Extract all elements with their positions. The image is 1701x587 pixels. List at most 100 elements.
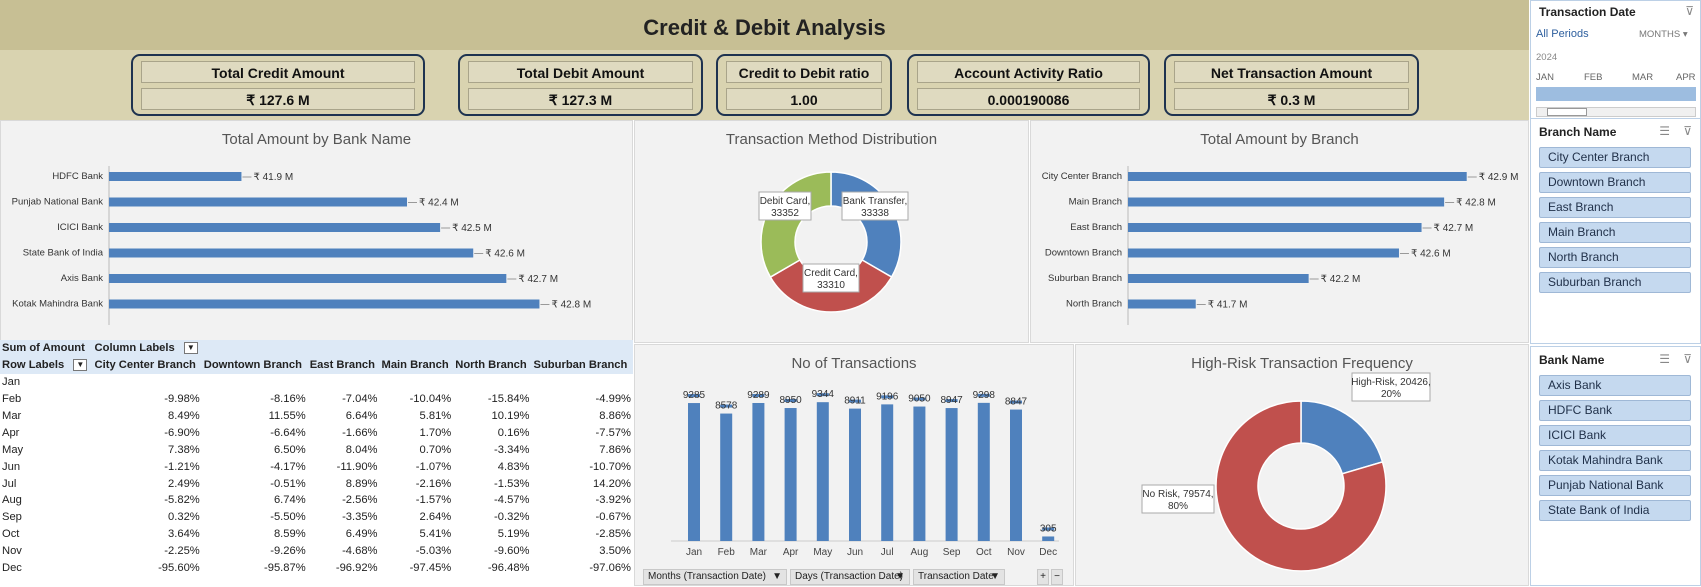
table-cell: 0.16% [497, 426, 530, 439]
dashboard-title: Credit & Debit Analysis [0, 0, 1529, 50]
filter-icon[interactable]: ▼ [772, 570, 782, 584]
pivot-table[interactable]: Sum of Amount Column Labels ▼ Row Labels… [0, 340, 633, 586]
table-cell: -3.35% [342, 511, 378, 524]
high-risk-chart[interactable]: High-Risk Transaction Frequency High-Ris… [1075, 344, 1529, 586]
table-cell: 6.50% [273, 443, 306, 456]
data-label: 9298 [973, 390, 996, 401]
kpi-total-credit: Total Credit Amount ₹ 127.6 M [131, 54, 425, 116]
table-cell [380, 374, 454, 391]
slicer-title: Bank Name [1539, 353, 1605, 367]
slicer-item[interactable]: Suburban Branch [1539, 272, 1691, 293]
chevron-down-icon: ▾ [1682, 29, 1688, 40]
filter-days[interactable]: Days (Transaction Date) ▼ [790, 569, 910, 585]
bar [688, 403, 700, 541]
table-cell [532, 374, 634, 391]
column-labels-text: Column Labels [94, 342, 175, 355]
chevron-down-icon[interactable]: ▼ [990, 570, 1000, 584]
multi-select-icon[interactable]: ☰ [1659, 352, 1670, 366]
filter-transaction-date[interactable]: Transaction Date ▼ [913, 569, 1005, 585]
kpi-value: ₹ 127.6 M [141, 88, 415, 110]
expand-icon[interactable]: + [1037, 569, 1049, 585]
category-label: Kotak Mahindra Bank [12, 299, 103, 310]
kpi-label: Net Transaction Amount [1174, 61, 1409, 83]
pivot-col-header: East Branch [309, 359, 375, 372]
row-label: Aug [2, 494, 22, 507]
table-cell: 2.49% [168, 477, 200, 490]
table-cell: -1.57% [415, 494, 452, 507]
row-label: Sep [2, 511, 22, 524]
slicer-item[interactable]: Punjab National Bank [1539, 475, 1691, 496]
filter-dropdown-icon[interactable]: ▼ [73, 359, 88, 372]
slicer-item[interactable]: HDFC Bank [1539, 400, 1691, 421]
category-label: North Branch [1066, 299, 1122, 310]
table-cell: -0.67% [595, 511, 631, 524]
transaction-date-timeline[interactable]: Transaction Date ⊽ All Periods MONTHS ▾ … [1530, 0, 1701, 120]
pivot-col-header: Suburban Branch [533, 359, 628, 372]
kpi-total-debit: Total Debit Amount ₹ 127.3 M [458, 54, 703, 116]
table-cell: 0.70% [419, 443, 452, 456]
row-label: Mar [2, 410, 22, 422]
table-cell: -2.25% [164, 545, 200, 558]
slicer-item[interactable]: East Branch [1539, 197, 1691, 218]
branch-name-slicer[interactable]: Branch Name ☰ ⊽ City Center Branch Downto… [1530, 118, 1701, 344]
data-label: ₹ 42.4 M [419, 198, 459, 209]
filter-label: Days (Transaction Date) [795, 571, 903, 582]
slicer-item[interactable]: State Bank of India [1539, 500, 1691, 521]
transactions-count-chart[interactable]: No of Transactions 9285 Jan 8578 Feb 9289 Mar… [634, 344, 1074, 586]
data-label: ₹ 42.5 M [452, 223, 492, 234]
bank-amount-chart[interactable]: Total Amount by Bank Name HDFC Bank ₹ 41.… [0, 120, 633, 343]
collapse-icon[interactable]: − [1051, 569, 1063, 585]
bar [1128, 274, 1309, 283]
filter-dropdown-icon[interactable]: ▼ [183, 342, 198, 355]
table-cell: -5.50% [270, 511, 306, 524]
bank-name-slicer[interactable]: Bank Name ☰ ⊽ Axis Bank HDFC Bank ICICI Ba… [1530, 346, 1701, 586]
data-label: ₹ 42.9 M [1479, 172, 1519, 183]
kpi-value: ₹ 127.3 M [468, 88, 693, 110]
scrollbar-thumb[interactable] [1547, 108, 1587, 116]
clear-filter-icon[interactable]: ⊽ [1685, 4, 1694, 18]
table-cell: 8.89% [345, 477, 378, 490]
pivot-corner: Sum of Amount [2, 342, 85, 355]
slicer-item[interactable]: ICICI Bank [1539, 425, 1691, 446]
category-label: Axis Bank [61, 273, 103, 284]
table-cell: -0.51% [270, 477, 306, 490]
table-cell: 7.38% [168, 443, 200, 456]
table-cell: -6.64% [270, 426, 306, 439]
pivot-body: Jan Feb -9.98% -8.16% -7.04% -10.04% -15.84% -4… [0, 374, 633, 577]
category-label: State Bank of India [23, 248, 104, 259]
clear-filter-icon[interactable]: ⊽ [1683, 352, 1692, 366]
bar [109, 197, 407, 207]
slicer-item[interactable]: Downtown Branch [1539, 172, 1691, 193]
data-label: 9289 [747, 390, 770, 401]
pivot-column-labels[interactable]: Column Labels ▼ [93, 340, 633, 357]
pivot-row-labels[interactable]: Row Labels ▼ [0, 357, 93, 374]
slicer-item[interactable]: Kotak Mahindra Bank [1539, 450, 1691, 471]
filter-months[interactable]: Months (Transaction Date) ▼ [643, 569, 787, 585]
slicer-item[interactable]: City Center Branch [1539, 147, 1691, 168]
slicer-item[interactable]: Main Branch [1539, 222, 1691, 243]
slicer-item[interactable]: North Branch [1539, 247, 1691, 268]
data-label: ₹ 42.6 M [485, 249, 525, 260]
clear-filter-icon[interactable]: ⊽ [1683, 124, 1692, 138]
all-periods-label[interactable]: All Periods [1536, 28, 1589, 40]
table-cell [202, 374, 308, 391]
timeline-unit-dropdown[interactable]: MONTHS ▾ [1639, 29, 1688, 40]
bar [913, 406, 926, 541]
table-cell: 6.49% [345, 528, 378, 541]
branch-bar-svg: City Center Branch ₹ 42.9 M Main Branch ₹ 4… [1042, 166, 1519, 325]
timeline-scrollbar[interactable] [1536, 107, 1696, 117]
slicer-item[interactable]: Axis Bank [1539, 375, 1691, 396]
data-label: High-Risk, 20426, [1351, 377, 1430, 388]
method-distribution-chart[interactable]: Transaction Method Distribution Bank Tra… [634, 120, 1029, 343]
branch-amount-chart[interactable]: Total Amount by Branch City Center Branc… [1030, 120, 1529, 343]
data-label: 9196 [876, 391, 899, 402]
chevron-down-icon[interactable]: ▼ [895, 570, 905, 584]
table-cell: 1.70% [419, 426, 452, 439]
data-label: 80% [1168, 501, 1188, 512]
row-label: Dec [2, 562, 22, 575]
multi-select-icon[interactable]: ☰ [1659, 124, 1670, 138]
table-cell: -1.53% [494, 477, 530, 490]
tick-label: Jun [847, 547, 863, 558]
pivot-col-header: City Center Branch [94, 359, 196, 372]
timeline-selection-bar[interactable] [1536, 87, 1696, 101]
